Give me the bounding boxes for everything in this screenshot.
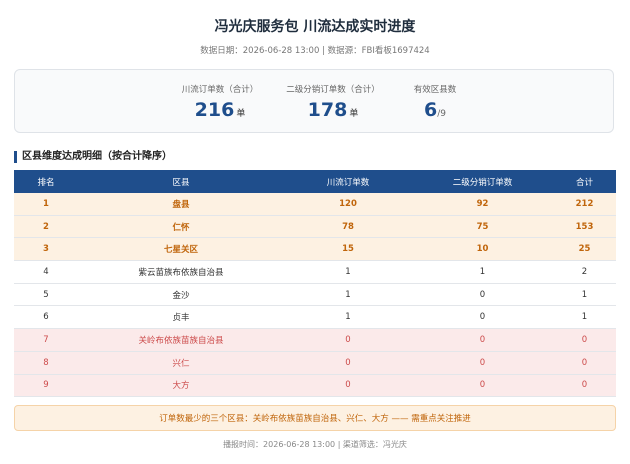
- data-meta: 数据日期：2026-06-28 13:00 | 数据源：FBI看板1697424: [200, 46, 430, 56]
- table-row: 3 七星关区 15 10 25: [14, 237, 616, 262]
- stat-sub-orders: 二级分销订单数（合计） 178 单: [273, 83, 393, 121]
- footer-info: 播报时间：2026-06-28 13:00 | 渠道筛选：冯光庆: [223, 440, 407, 449]
- table-row: 1 盘县 120 92 212: [14, 193, 616, 216]
- cell-district: 盘县: [78, 193, 284, 216]
- cell-district: 关岭布依族苗族自治县: [78, 328, 284, 352]
- cell-sub-orders: 92: [412, 193, 553, 216]
- cell-district: 大方: [78, 374, 284, 398]
- cell-orders: 1: [284, 260, 412, 284]
- cell-district: 七星关区: [78, 237, 284, 262]
- col-header-rank: 排名: [14, 170, 78, 193]
- col-header-district: 区县: [78, 170, 284, 193]
- cell-rank: 2: [14, 215, 78, 239]
- table-row: 5 金沙 1 0 1: [14, 283, 616, 307]
- cell-sub-orders: 0: [412, 305, 553, 330]
- table-row: 8 兴仁 0 0 0: [14, 351, 616, 375]
- stat-total-orders-label: 川流订单数（合计）: [181, 85, 259, 95]
- cell-rank: 1: [14, 193, 78, 216]
- table-row: 9 大方 0 0 0: [14, 374, 616, 398]
- cell-district: 金沙: [78, 283, 284, 307]
- cell-district: 仁怀: [78, 215, 284, 239]
- cell-orders: 0: [284, 351, 412, 375]
- cell-orders: 15: [284, 237, 412, 262]
- cell-sub-orders: 0: [412, 283, 553, 307]
- cell-orders: 1: [284, 305, 412, 330]
- stat-districts-label: 有效区县数: [413, 85, 457, 95]
- col-header-total: 合计: [553, 170, 616, 193]
- cell-orders: 1: [284, 283, 412, 307]
- cell-orders: 0: [284, 328, 412, 352]
- section-title: 区县维度达成明细（按合计降序）: [14, 151, 172, 163]
- cell-orders: 78: [284, 215, 412, 239]
- cell-sub-orders: 10: [412, 237, 553, 262]
- stat-sub-orders-unit: 单: [349, 109, 359, 119]
- cell-district: 兴仁: [78, 351, 284, 375]
- stat-districts-suffix: /9: [437, 109, 446, 119]
- cell-district: 贞丰: [78, 305, 284, 330]
- summary-card: 川流订单数（合计） 216 单 二级分销订单数（合计） 178 单 有效区县数 6/…: [14, 69, 614, 133]
- cell-rank: 7: [14, 328, 78, 352]
- cell-orders: 120: [284, 193, 412, 216]
- cell-total: 0: [553, 374, 616, 398]
- cell-total: 25: [553, 237, 616, 262]
- table-row: 4 紫云苗族布依族自治县 1 1 2: [14, 260, 616, 284]
- stat-total-orders-unit: 单: [236, 109, 246, 119]
- cell-rank: 3: [14, 237, 78, 262]
- stat-sub-orders-label: 二级分销订单数（合计）: [286, 85, 380, 95]
- col-header-orders: 川流订单数: [284, 170, 412, 193]
- table-header-row: 排名 区县 川流订单数 二级分销订单数 合计: [14, 170, 616, 193]
- cell-sub-orders: 1: [412, 260, 553, 284]
- stat-sub-orders-value: 178: [307, 99, 348, 121]
- cell-total: 1: [553, 283, 616, 307]
- cell-rank: 8: [14, 351, 78, 375]
- cell-total: 2: [553, 260, 616, 284]
- cell-total: 0: [553, 328, 616, 352]
- cell-orders: 0: [284, 374, 412, 398]
- cell-sub-orders: 75: [412, 215, 553, 239]
- stat-total-orders: 川流订单数（合计） 216 单: [160, 83, 280, 121]
- cell-rank: 6: [14, 305, 78, 330]
- stat-districts-value: 6: [424, 99, 438, 121]
- col-header-sub-orders: 二级分销订单数: [412, 170, 553, 193]
- cell-sub-orders: 0: [412, 328, 553, 352]
- cell-total: 0: [553, 351, 616, 375]
- table-row: 2 仁怀 78 75 153: [14, 215, 616, 239]
- page-title: 冯光庆服务包 川流达成实时进度: [214, 19, 416, 35]
- warning-notice: 订单数最少的三个区县：关岭布依族苗族自治县、兴仁、大方 —— 需重点关注推进: [14, 405, 616, 431]
- cell-total: 153: [553, 215, 616, 239]
- cell-sub-orders: 0: [412, 374, 553, 398]
- table-row: 6 贞丰 1 0 1: [14, 305, 616, 330]
- table-row: 7 关岭布依族苗族自治县 0 0 0: [14, 328, 616, 352]
- cell-district: 紫云苗族布依族自治县: [78, 260, 284, 284]
- district-table: 排名 区县 川流订单数 二级分销订单数 合计 1 盘县 120 92 212 2 仁怀 78 7…: [14, 170, 616, 398]
- cell-rank: 9: [14, 374, 78, 398]
- stat-districts: 有效区县数 6/9: [380, 83, 490, 121]
- cell-rank: 4: [14, 260, 78, 284]
- cell-total: 212: [553, 193, 616, 216]
- cell-sub-orders: 0: [412, 351, 553, 375]
- stat-total-orders-value: 216: [194, 99, 235, 121]
- cell-total: 1: [553, 305, 616, 330]
- cell-rank: 5: [14, 283, 78, 307]
